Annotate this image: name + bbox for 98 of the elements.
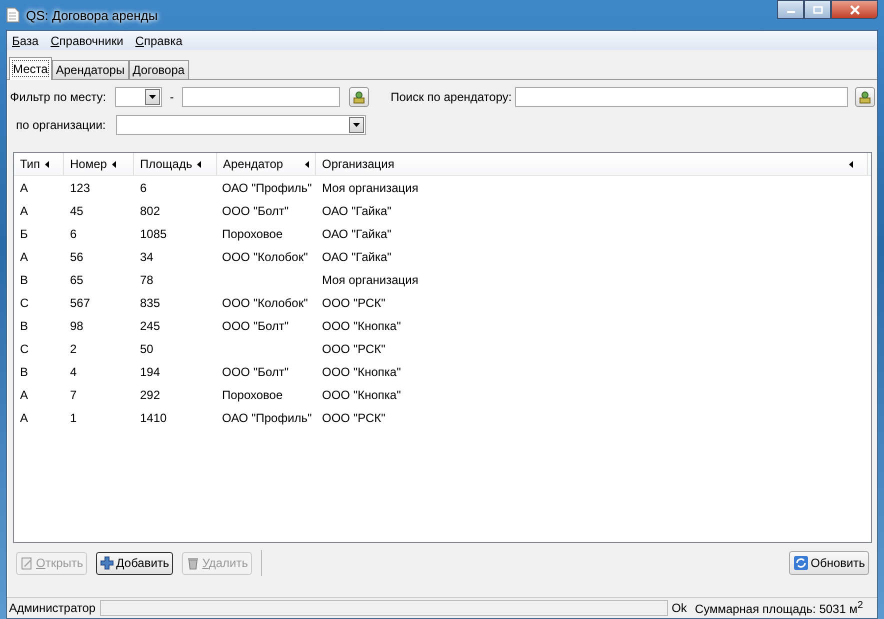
menu-item[interactable]: Справка (135, 34, 182, 48)
table-cell: 194 (140, 364, 160, 378)
table-cell: 6 (70, 226, 77, 240)
table-cell: 802 (140, 204, 160, 218)
column-header[interactable]: Тип (14, 153, 64, 175)
table-cell: 50 (140, 342, 154, 356)
table-cell: 1 (70, 410, 77, 424)
close-icon (848, 4, 860, 14)
column-header[interactable]: Организация (316, 153, 868, 175)
table-cell: С (20, 296, 29, 310)
total-area-text: Суммарная площадь: 5031 м$^{2}$ (694, 600, 864, 616)
table-cell: А (20, 388, 28, 402)
table-cell: Б (20, 226, 28, 240)
close-button[interactable] (831, 0, 878, 19)
sort-arrow-icon (849, 160, 853, 168)
table-cell: 1410 (140, 410, 167, 424)
maximize-icon (812, 6, 822, 14)
table-cell: 1085 (140, 226, 167, 240)
dropdown-arrow-icon (148, 95, 156, 99)
column-header[interactable]: Номер (64, 153, 134, 175)
table-cell: А (20, 180, 28, 194)
table-cell: 56 (70, 250, 84, 264)
user-icon (352, 90, 366, 104)
minimize-button[interactable] (777, 0, 804, 19)
tab[interactable]: Арендаторы (52, 60, 129, 79)
status-text: Ok (672, 601, 687, 615)
column-header[interactable]: Арендатор (217, 153, 316, 175)
table-cell: 34 (140, 250, 154, 264)
table-cell: ООО "РСК" (322, 296, 386, 310)
table-cell: 835 (140, 296, 160, 310)
sort-arrow-icon (305, 160, 309, 168)
window-title: QS: Договора аренды (26, 8, 158, 22)
table-cell: А (20, 204, 28, 218)
table-cell: ООО "Болт" (222, 204, 289, 218)
table-cell: ООО "Кнопка" (322, 318, 401, 332)
table-cell: Моя организация (322, 180, 418, 194)
search-button[interactable] (855, 87, 875, 107)
table-cell: ООО "Колобок" (222, 296, 308, 310)
refresh-icon (792, 555, 809, 571)
dropdown-arrow-icon (353, 123, 360, 127)
table-cell: А (20, 410, 28, 424)
table-cell: ОАО "Гайка" (322, 204, 392, 218)
trash-icon (186, 556, 200, 570)
table-cell: ООО "Кнопка" (322, 388, 401, 402)
user-name: Администратор (9, 601, 96, 615)
table-cell: ООО "Болт" (222, 318, 289, 332)
organization-label: по организации: (16, 118, 107, 132)
table-cell: ОАО "Профиль" (222, 410, 312, 424)
user-icon (858, 90, 872, 104)
maximize-button[interactable] (804, 0, 831, 19)
toolbar-button[interactable]: Добавить (96, 552, 174, 574)
table-cell: 98 (70, 318, 84, 332)
table-cell: В (20, 364, 28, 378)
table-cell: ОАО "Гайка" (322, 226, 392, 240)
table-cell: А (20, 250, 28, 264)
table-cell: 65 (70, 272, 84, 286)
table-cell: 78 (140, 272, 154, 286)
table-cell: 123 (70, 180, 90, 194)
table-cell: Моя организация (322, 272, 418, 286)
refresh-button[interactable]: Обновить (788, 551, 869, 575)
table-cell: ОАО "Гайка" (322, 250, 392, 264)
tenant-search-field[interactable] (514, 87, 848, 107)
table-cell: ООО "Колобок" (222, 250, 308, 264)
sort-arrow-icon (45, 160, 50, 168)
table-cell: В (20, 318, 28, 332)
table-cell: ОАО "Профиль" (222, 180, 312, 194)
place-number-field[interactable] (182, 87, 340, 107)
table-cell: 45 (70, 204, 84, 218)
table-cell: Пороховое (222, 226, 283, 240)
table-cell: Пороховое (222, 388, 283, 402)
search-label: Поиск по арендатору: (390, 90, 513, 104)
table-cell: ООО "РСК" (322, 410, 386, 424)
table-cell: ООО "Болт" (222, 364, 289, 378)
column-header[interactable]: Площадь (134, 153, 217, 175)
table-cell: В (20, 272, 28, 286)
menu-item[interactable]: Справочники (50, 34, 124, 48)
apply-filter-button[interactable] (348, 87, 369, 107)
sort-arrow-icon (112, 160, 116, 168)
menu-item[interactable]: База (12, 34, 39, 48)
table-cell: 567 (70, 296, 90, 310)
filter-label: Фильтр по месту: (10, 90, 108, 104)
table-cell: 4 (70, 364, 77, 378)
table-cell: С (20, 342, 29, 356)
tab[interactable]: Места (9, 57, 52, 80)
table-cell: 6 (140, 180, 147, 194)
document-icon (6, 7, 20, 23)
table-cell: 245 (140, 318, 160, 332)
table-cell: ООО "РСК" (322, 342, 386, 356)
table-cell: ООО "Кнопка" (322, 364, 401, 378)
table-cell: 7 (70, 388, 77, 402)
dash-separator: - (170, 90, 174, 104)
table-cell: 2 (70, 342, 77, 356)
tab[interactable]: Договора (128, 60, 189, 79)
plus-icon (100, 556, 114, 570)
sort-arrow-icon (197, 160, 202, 168)
table-cell: 292 (140, 388, 160, 402)
place-type-dropdown[interactable] (114, 87, 162, 107)
edit-icon (20, 556, 34, 570)
